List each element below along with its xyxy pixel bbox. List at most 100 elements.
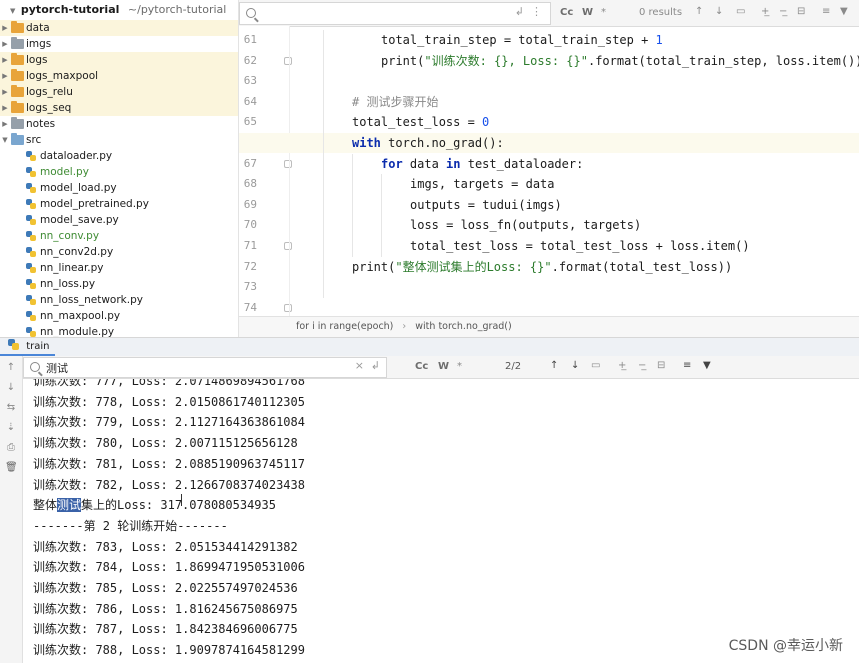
tree-item[interactable]: nn_module.py bbox=[0, 324, 238, 337]
chevron-right-icon[interactable]: ▶ bbox=[0, 68, 10, 84]
prev-occurrence-icon[interactable]: ↑ bbox=[695, 5, 703, 19]
run-tab-train[interactable]: train bbox=[0, 338, 56, 356]
tree-item[interactable]: ▶ logs_seq bbox=[0, 100, 238, 116]
tree-item[interactable]: nn_loss.py bbox=[0, 276, 238, 292]
next-occurrence-icon[interactable]: ↓ bbox=[571, 359, 579, 373]
history-icon[interactable]: ↲ bbox=[515, 5, 524, 18]
tree-arrow-icon[interactable]: ▼ bbox=[10, 7, 15, 15]
code-line[interactable]: print("整体测试集上的Loss: {}".format(total_tes… bbox=[239, 257, 859, 277]
soft-wrap-icon[interactable]: ⇆ bbox=[5, 402, 17, 413]
filter-icon[interactable]: ≡ bbox=[822, 5, 830, 19]
match-counter: 2/2 bbox=[505, 361, 522, 372]
history-icon[interactable]: ↲ bbox=[371, 359, 380, 372]
code-line[interactable]: loss = loss_fn(outputs, targets) bbox=[239, 215, 859, 235]
console-line: -------第 2 轮训练开始------- bbox=[33, 518, 228, 533]
match-case-button[interactable]: Cc bbox=[415, 360, 428, 374]
code-line[interactable]: total_test_loss = total_test_loss + loss… bbox=[239, 236, 859, 256]
tree-item[interactable]: ▶ data bbox=[0, 20, 238, 36]
folder-icon bbox=[11, 133, 24, 145]
tree-item[interactable]: ▶ logs_relu bbox=[0, 84, 238, 100]
chevron-right-icon[interactable]: ▶ bbox=[0, 52, 10, 68]
tree-item[interactable]: nn_conv2d.py bbox=[0, 244, 238, 260]
chevron-right-icon[interactable]: ▶ bbox=[0, 84, 10, 100]
code-line[interactable]: for data in test_dataloader: bbox=[239, 154, 859, 174]
tree-item[interactable]: ▶ logs_maxpool bbox=[0, 68, 238, 84]
funnel-icon[interactable]: ▼ bbox=[840, 5, 848, 19]
code-line[interactable]: with torch.no_grad(): bbox=[239, 133, 859, 153]
console-line: 训练次数: 784, Loss: 1.8699471950531006 bbox=[33, 560, 305, 575]
tree-item[interactable]: nn_maxpool.py bbox=[0, 308, 238, 324]
select-occurrences-icon[interactable]: ⊟ bbox=[657, 359, 665, 373]
funnel-icon[interactable]: ▼ bbox=[703, 359, 711, 373]
code-line[interactable] bbox=[239, 298, 859, 318]
code-line[interactable]: imgs, targets = data bbox=[239, 174, 859, 194]
tree-item[interactable]: model_load.py bbox=[0, 180, 238, 196]
scroll-to-end-icon[interactable]: ⇣ bbox=[5, 422, 17, 433]
tree-item[interactable]: nn_conv.py bbox=[0, 228, 238, 244]
tree-item-label: logs_seq bbox=[26, 102, 72, 114]
remove-selection-icon[interactable]: −̲ bbox=[638, 359, 646, 373]
tree-item[interactable]: model_pretrained.py bbox=[0, 196, 238, 212]
tree-item[interactable]: ▶ notes bbox=[0, 116, 238, 132]
chevron-right-icon[interactable]: ▶ bbox=[0, 20, 10, 36]
down-arrow-icon[interactable]: ↓ bbox=[5, 382, 17, 393]
breadcrumb-item-for[interactable]: for i in range(epoch) bbox=[296, 321, 393, 332]
console-output[interactable]: 训练次数: 777, Loss: 2.0714869894561768 训练次数:… bbox=[23, 379, 859, 663]
match-case-button[interactable]: Cc bbox=[560, 6, 573, 20]
code-line[interactable]: # 测试步骤开始 bbox=[239, 92, 859, 112]
select-occurrences-icon[interactable]: ⊟ bbox=[797, 5, 805, 19]
up-arrow-icon[interactable]: ↑ bbox=[5, 362, 17, 373]
whole-words-button[interactable]: W bbox=[582, 6, 593, 20]
add-selection-icon[interactable]: +̲ bbox=[618, 359, 626, 373]
trash-icon[interactable]: 🗑 bbox=[5, 462, 18, 473]
chevron-down-icon[interactable]: ▼ bbox=[0, 132, 10, 148]
folder-icon bbox=[11, 21, 24, 33]
options-icon[interactable]: ⋮ bbox=[531, 5, 542, 18]
tree-item[interactable]: ▶ logs bbox=[0, 52, 238, 68]
python-file-icon bbox=[26, 231, 36, 241]
tree-item[interactable]: model.py bbox=[0, 164, 238, 180]
clear-search-icon[interactable]: × bbox=[355, 359, 364, 372]
console-line: 训练次数: 781, Loss: 2.0885190963745117 bbox=[33, 456, 305, 471]
regex-button[interactable]: * bbox=[601, 6, 606, 20]
chevron-right-icon[interactable]: ▶ bbox=[0, 116, 10, 132]
tree-item-label: logs_relu bbox=[26, 86, 73, 98]
next-occurrence-icon[interactable]: ↓ bbox=[715, 5, 723, 19]
tree-item[interactable]: nn_linear.py bbox=[0, 260, 238, 276]
indent-guide bbox=[352, 153, 353, 257]
code-line[interactable] bbox=[239, 71, 859, 91]
print-icon[interactable]: ⎙ bbox=[5, 442, 17, 453]
project-root[interactable]: ▼ pytorch-tutorial ~/pytorch-tutorial bbox=[0, 0, 238, 20]
tree-item[interactable]: ▼ src bbox=[0, 132, 238, 148]
chevron-right-icon[interactable]: ▶ bbox=[0, 100, 10, 116]
filter-icon[interactable]: ≡ bbox=[683, 359, 691, 373]
tree-item[interactable]: dataloader.py bbox=[0, 148, 238, 164]
select-all-icon[interactable]: ▭ bbox=[736, 5, 745, 19]
python-file-icon bbox=[26, 151, 36, 161]
breadcrumb-item-with[interactable]: with torch.no_grad() bbox=[415, 321, 511, 332]
console-search-input[interactable]: 测试 × ↲ bbox=[23, 357, 387, 378]
whole-words-button[interactable]: W bbox=[438, 360, 449, 374]
chevron-right-icon[interactable]: ▶ bbox=[0, 36, 10, 52]
code-line[interactable] bbox=[239, 277, 859, 297]
code-line[interactable]: print("训练次数: {}, Loss: {}".format(total_… bbox=[239, 51, 859, 71]
code-line[interactable]: total_train_step = total_train_step + 1 bbox=[239, 30, 859, 50]
search-icon bbox=[246, 8, 256, 18]
code-area[interactable]: total_train_step = total_train_step + 1p… bbox=[239, 26, 859, 316]
code-token: total_test_loss = total_test_loss + loss… bbox=[410, 239, 750, 253]
remove-selection-icon[interactable]: −̲ bbox=[779, 5, 787, 19]
prev-occurrence-icon[interactable]: ↑ bbox=[550, 359, 558, 373]
code-token: data bbox=[402, 156, 447, 171]
tree-item[interactable]: nn_loss_network.py bbox=[0, 292, 238, 308]
code-line[interactable]: outputs = tudui(imgs) bbox=[239, 195, 859, 215]
tree-item-label: nn_loss_network.py bbox=[40, 294, 143, 306]
editor-search-input[interactable]: ↲ ⋮ bbox=[239, 2, 551, 25]
tree-item[interactable]: model_save.py bbox=[0, 212, 238, 228]
tree-item[interactable]: ▶ imgs bbox=[0, 36, 238, 52]
select-all-icon[interactable]: ▭ bbox=[591, 359, 600, 373]
tree-item-label: nn_linear.py bbox=[40, 262, 104, 274]
code-token: # 测试步骤开始 bbox=[352, 94, 439, 109]
code-line[interactable]: total_test_loss = 0 bbox=[239, 112, 859, 132]
add-selection-icon[interactable]: +̲ bbox=[761, 5, 769, 19]
regex-button[interactable]: * bbox=[457, 360, 462, 374]
